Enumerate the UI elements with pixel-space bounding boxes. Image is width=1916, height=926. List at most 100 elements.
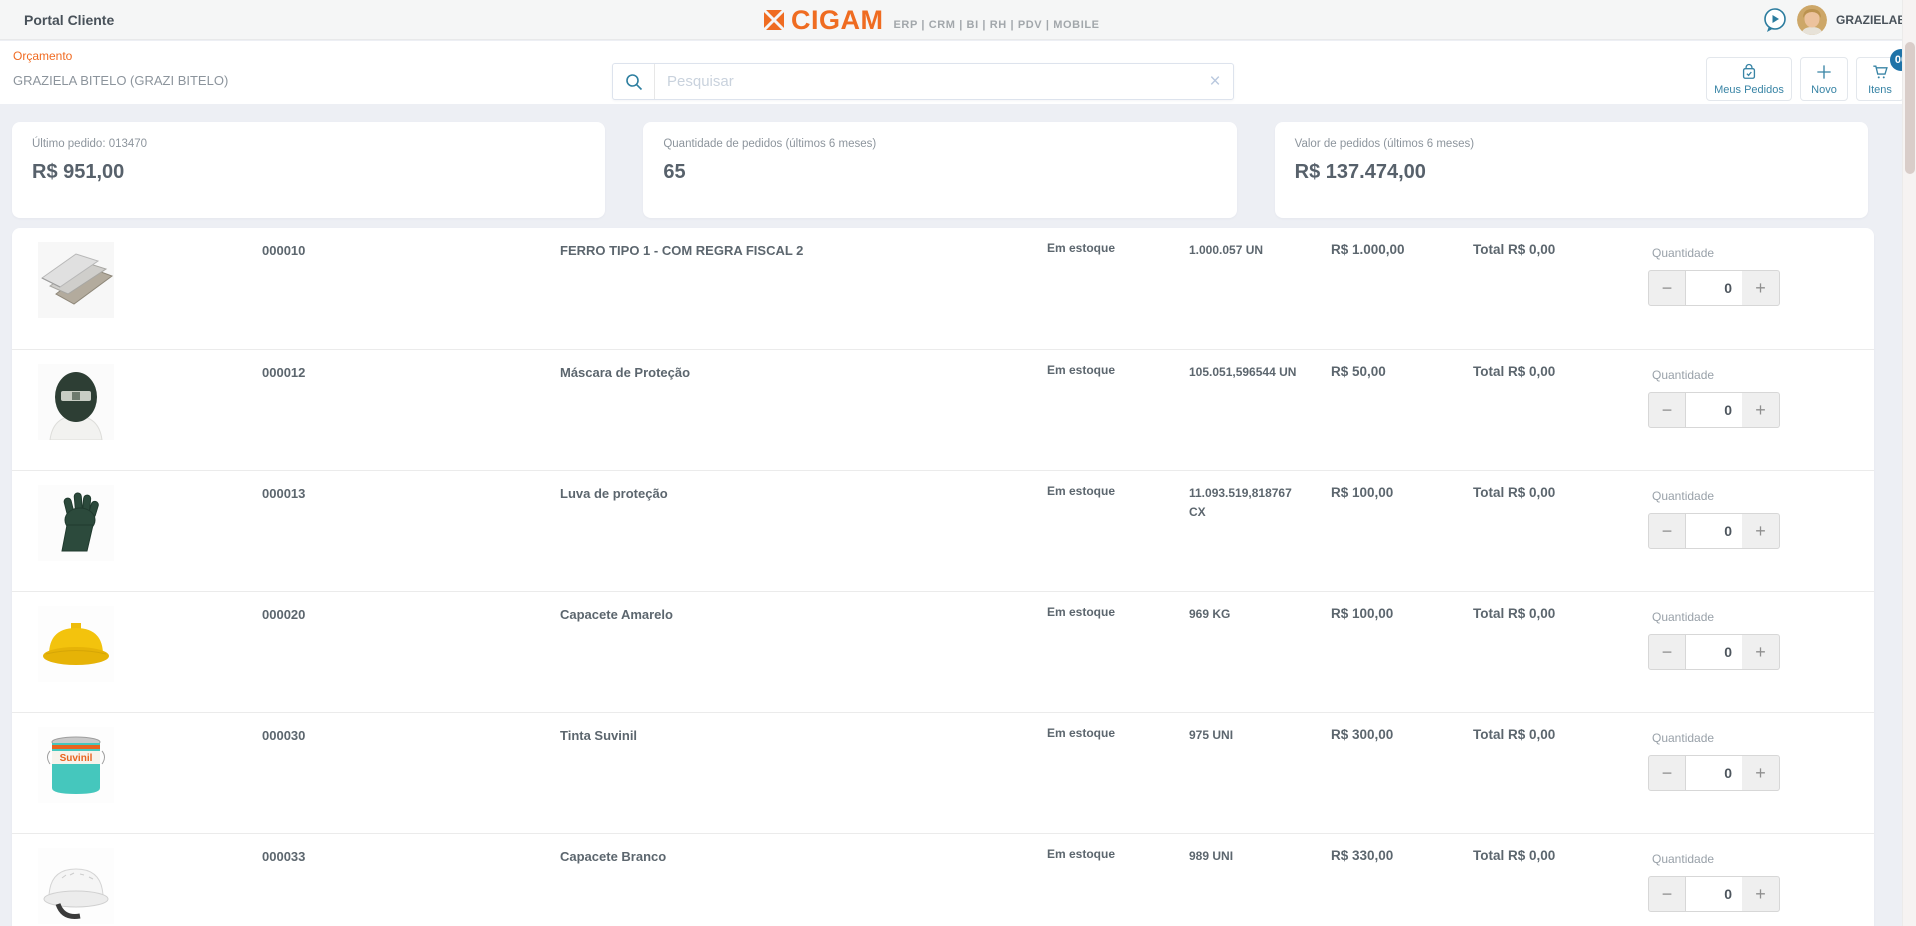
product-row: 000033 Capacete Branco Em estoque 989 UN… bbox=[12, 833, 1874, 926]
items-label: Itens bbox=[1868, 84, 1892, 96]
unit-price: R$ 300,00 bbox=[1331, 727, 1394, 742]
product-name: Capacete Amarelo bbox=[560, 607, 673, 622]
decrease-quantity-button[interactable]: − bbox=[1648, 392, 1686, 428]
decrease-quantity-button[interactable]: − bbox=[1648, 513, 1686, 549]
product-row: 000010 FERRO TIPO 1 - COM REGRA FISCAL 2… bbox=[12, 228, 1874, 349]
last-order-label: Último pedido: 013470 bbox=[32, 138, 148, 150]
line-total: Total R$ 0,00 bbox=[1473, 364, 1556, 379]
stock-quantity: 105.051,596544 UN bbox=[1189, 365, 1297, 379]
stock-status: Em estoque bbox=[1047, 847, 1116, 861]
header-band: Orçamento GRAZIELA BITELO (GRAZI BITELO)… bbox=[0, 41, 1916, 104]
quantity-label: Quantidade bbox=[1652, 368, 1715, 382]
line-total: Total R$ 0,00 bbox=[1473, 848, 1556, 863]
last-order-value: R$ 951,00 bbox=[32, 161, 125, 183]
product-code: 000013 bbox=[262, 486, 306, 501]
action-buttons: Meus Pedidos Novo 00 Itens bbox=[1706, 49, 1912, 101]
product-list: 000010 FERRO TIPO 1 - COM REGRA FISCAL 2… bbox=[12, 228, 1874, 926]
quantity-stepper: − 0 + bbox=[1648, 392, 1780, 428]
chat-play-icon[interactable] bbox=[1761, 7, 1788, 34]
customer-name: GRAZIELA BITELO (GRAZI BITELO) bbox=[13, 73, 229, 88]
clear-search-icon[interactable]: × bbox=[1197, 71, 1233, 93]
brand: CIGAM ERP | CRM | BI | RH | PDV | MOBILE bbox=[762, 0, 1100, 40]
svg-text:Suvinil: Suvinil bbox=[60, 753, 93, 764]
quantity-stepper: − 0 + bbox=[1648, 755, 1780, 791]
increase-quantity-button[interactable]: + bbox=[1742, 876, 1780, 912]
stock-status: Em estoque bbox=[1047, 241, 1116, 255]
decrease-quantity-button[interactable]: − bbox=[1648, 876, 1686, 912]
line-total: Total R$ 0,00 bbox=[1473, 485, 1556, 500]
items-button[interactable]: 00 Itens bbox=[1856, 49, 1912, 101]
stock-quantity: 975 UNI bbox=[1189, 728, 1234, 742]
quantity-label: Quantidade bbox=[1652, 852, 1715, 866]
search-icon bbox=[613, 64, 655, 99]
unit-price: R$ 330,00 bbox=[1331, 848, 1394, 863]
quantity-label: Quantidade bbox=[1652, 731, 1715, 745]
my-orders-label: Meus Pedidos bbox=[1714, 84, 1784, 96]
unit-price: R$ 1.000,00 bbox=[1331, 242, 1405, 257]
page-title: Portal Cliente bbox=[24, 12, 115, 28]
order-value-label: Valor de pedidos (últimos 6 meses) bbox=[1294, 138, 1475, 150]
quantity-value[interactable]: 0 bbox=[1686, 876, 1742, 912]
unit-price: R$ 100,00 bbox=[1331, 485, 1394, 500]
line-total: Total R$ 0,00 bbox=[1473, 727, 1556, 742]
order-value-value: R$ 137.474,00 bbox=[1294, 161, 1426, 183]
user-name: GRAZIELAB bbox=[1836, 13, 1906, 27]
stock-status: Em estoque bbox=[1047, 484, 1116, 498]
quantity-stepper: − 0 + bbox=[1648, 634, 1780, 670]
summary-cards: Último pedido: 013470 R$ 951,00 Quantida… bbox=[12, 122, 1868, 218]
decrease-quantity-button[interactable]: − bbox=[1648, 755, 1686, 791]
stock-status: Em estoque bbox=[1047, 363, 1116, 377]
stock-status: Em estoque bbox=[1047, 605, 1116, 619]
product-image bbox=[38, 606, 114, 682]
product-name: Máscara de Proteção bbox=[560, 365, 691, 380]
brand-modules: ERP | CRM | BI | RH | PDV | MOBILE bbox=[893, 18, 1100, 31]
cart-icon bbox=[1873, 65, 1888, 79]
product-row: 000012 Máscara de Proteção Em estoque 10… bbox=[12, 349, 1874, 470]
orders-bag-icon bbox=[1742, 63, 1756, 79]
portal-cliente-screen: Portal Cliente CIGAM ERP | CRM | BI | RH… bbox=[0, 0, 1916, 926]
plus-icon bbox=[1817, 65, 1831, 79]
product-image bbox=[38, 364, 114, 441]
quantity-label: Quantidade bbox=[1652, 489, 1715, 503]
quantity-value[interactable]: 0 bbox=[1686, 755, 1742, 791]
quantity-label: Quantidade bbox=[1652, 246, 1715, 260]
order-value-card: Valor de pedidos (últimos 6 meses) R$ 13… bbox=[1274, 122, 1868, 218]
quantity-value[interactable]: 0 bbox=[1686, 513, 1742, 549]
cigam-logo-icon bbox=[762, 8, 786, 32]
product-name: Luva de proteção bbox=[560, 486, 668, 501]
quantity-value[interactable]: 0 bbox=[1686, 392, 1742, 428]
order-count-value: 65 bbox=[663, 161, 686, 183]
product-code: 000030 bbox=[262, 728, 306, 743]
product-name: Tinta Suvinil bbox=[560, 728, 638, 743]
quantity-label: Quantidade bbox=[1652, 610, 1715, 624]
vertical-scrollbar[interactable] bbox=[1902, 0, 1916, 926]
line-total: Total R$ 0,00 bbox=[1473, 242, 1556, 257]
page-type-label: Orçamento bbox=[13, 49, 73, 63]
scrollbar-thumb[interactable] bbox=[1905, 42, 1915, 174]
increase-quantity-button[interactable]: + bbox=[1742, 634, 1780, 670]
unit-price: R$ 100,00 bbox=[1331, 606, 1394, 621]
search-box: × bbox=[612, 63, 1234, 100]
search-input[interactable] bbox=[655, 73, 1197, 90]
new-button[interactable]: Novo bbox=[1800, 57, 1848, 101]
quantity-value[interactable]: 0 bbox=[1686, 270, 1742, 306]
quantity-value[interactable]: 0 bbox=[1686, 634, 1742, 670]
product-image bbox=[38, 242, 114, 318]
unit-price: R$ 50,00 bbox=[1331, 364, 1386, 379]
decrease-quantity-button[interactable]: − bbox=[1648, 270, 1686, 306]
increase-quantity-button[interactable]: + bbox=[1742, 270, 1780, 306]
increase-quantity-button[interactable]: + bbox=[1742, 513, 1780, 549]
decrease-quantity-button[interactable]: − bbox=[1648, 634, 1686, 670]
increase-quantity-button[interactable]: + bbox=[1742, 755, 1780, 791]
order-count-card: Quantidade de pedidos (últimos 6 meses) … bbox=[643, 122, 1237, 218]
new-label: Novo bbox=[1811, 84, 1837, 96]
product-code: 000010 bbox=[262, 243, 306, 258]
topbar-right: GRAZIELAB bbox=[1761, 0, 1906, 40]
brand-name: CIGAM bbox=[791, 4, 884, 35]
quantity-stepper: − 0 + bbox=[1648, 876, 1780, 912]
increase-quantity-button[interactable]: + bbox=[1742, 392, 1780, 428]
product-image: Suvinil bbox=[38, 727, 114, 803]
my-orders-button[interactable]: Meus Pedidos bbox=[1706, 57, 1792, 101]
product-row: 000020 Capacete Amarelo Em estoque 969 K… bbox=[12, 591, 1874, 712]
avatar[interactable] bbox=[1797, 5, 1827, 35]
